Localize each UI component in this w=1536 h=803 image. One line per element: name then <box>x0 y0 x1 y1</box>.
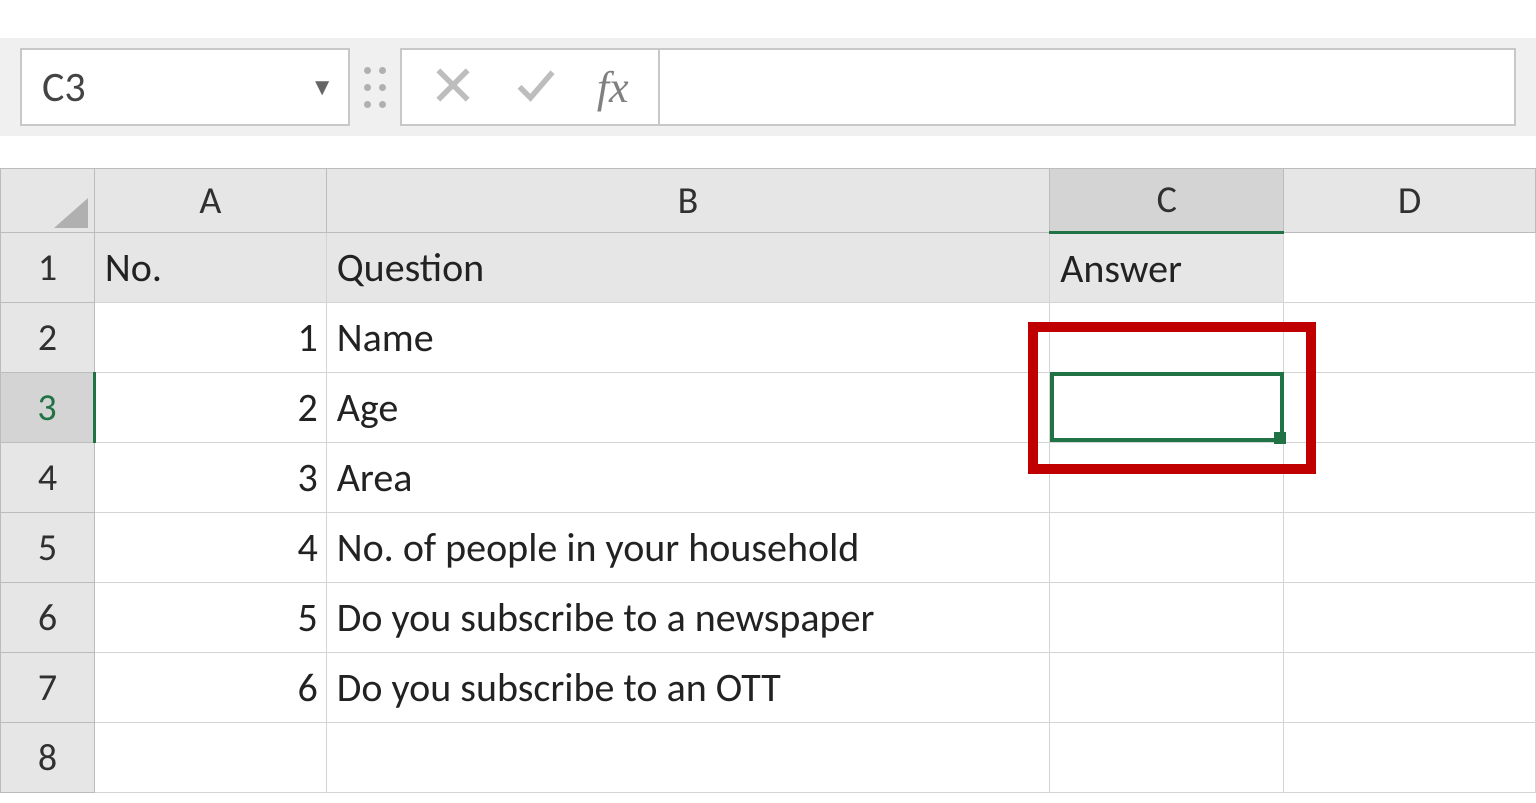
cell-D8[interactable] <box>1284 723 1536 793</box>
formula-controls: fx <box>400 48 660 126</box>
grip-icon <box>350 67 400 108</box>
column-header-A[interactable]: A <box>94 169 326 233</box>
cell-A3[interactable]: 2 <box>94 373 326 443</box>
grid-table: A B C D 1 No. Question Answer 2 1 Name 3… <box>0 168 1536 793</box>
cancel-icon[interactable] <box>431 63 475 112</box>
cell-A8[interactable] <box>94 723 326 793</box>
cell-B8[interactable] <box>326 723 1050 793</box>
cell-C5[interactable] <box>1050 513 1284 583</box>
cell-D7[interactable] <box>1284 653 1536 723</box>
enter-icon[interactable] <box>514 63 558 112</box>
cell-D4[interactable] <box>1284 443 1536 513</box>
row-header-6[interactable]: 6 <box>1 583 95 653</box>
cell-B5[interactable]: No. of people in your household <box>326 513 1050 583</box>
cell-D5[interactable] <box>1284 513 1536 583</box>
cell-A1[interactable]: No. <box>94 233 326 303</box>
row-header-7[interactable]: 7 <box>1 653 95 723</box>
formula-input[interactable] <box>660 48 1516 126</box>
cell-C2[interactable] <box>1050 303 1284 373</box>
column-header-D[interactable]: D <box>1284 169 1536 233</box>
name-box[interactable]: C3 ▼ <box>20 48 350 126</box>
cell-A7[interactable]: 6 <box>94 653 326 723</box>
cell-B1[interactable]: Question <box>326 233 1050 303</box>
row-header-3[interactable]: 3 <box>1 373 95 443</box>
cell-B7[interactable]: Do you subscribe to an OTT <box>326 653 1050 723</box>
cell-C4[interactable] <box>1050 443 1284 513</box>
fx-icon[interactable]: fx <box>597 62 629 113</box>
row-header-4[interactable]: 4 <box>1 443 95 513</box>
cell-B4[interactable]: Area <box>326 443 1050 513</box>
formula-bar-area: C3 ▼ fx <box>0 38 1536 136</box>
cell-A5[interactable]: 4 <box>94 513 326 583</box>
row-header-8[interactable]: 8 <box>1 723 95 793</box>
spreadsheet-grid: A B C D 1 No. Question Answer 2 1 Name 3… <box>0 168 1536 803</box>
column-header-B[interactable]: B <box>326 169 1050 233</box>
name-box-value: C3 <box>42 62 86 113</box>
cell-D3[interactable] <box>1284 373 1536 443</box>
cell-C7[interactable] <box>1050 653 1284 723</box>
cell-D1[interactable] <box>1284 233 1536 303</box>
cell-A6[interactable]: 5 <box>94 583 326 653</box>
cell-B6[interactable]: Do you subscribe to a newspaper <box>326 583 1050 653</box>
row-header-1[interactable]: 1 <box>1 233 95 303</box>
cell-B2[interactable]: Name <box>326 303 1050 373</box>
cell-D2[interactable] <box>1284 303 1536 373</box>
cell-A4[interactable]: 3 <box>94 443 326 513</box>
row-header-5[interactable]: 5 <box>1 513 95 583</box>
cell-C6[interactable] <box>1050 583 1284 653</box>
cell-C3[interactable] <box>1050 373 1284 443</box>
row-header-2[interactable]: 2 <box>1 303 95 373</box>
select-all-corner[interactable] <box>1 169 95 233</box>
chevron-down-icon[interactable]: ▼ <box>310 73 334 102</box>
column-header-C[interactable]: C <box>1050 169 1284 233</box>
cell-A2[interactable]: 1 <box>94 303 326 373</box>
cell-B3[interactable]: Age <box>326 373 1050 443</box>
cell-C1[interactable]: Answer <box>1050 233 1284 303</box>
cell-D6[interactable] <box>1284 583 1536 653</box>
cell-C8[interactable] <box>1050 723 1284 793</box>
